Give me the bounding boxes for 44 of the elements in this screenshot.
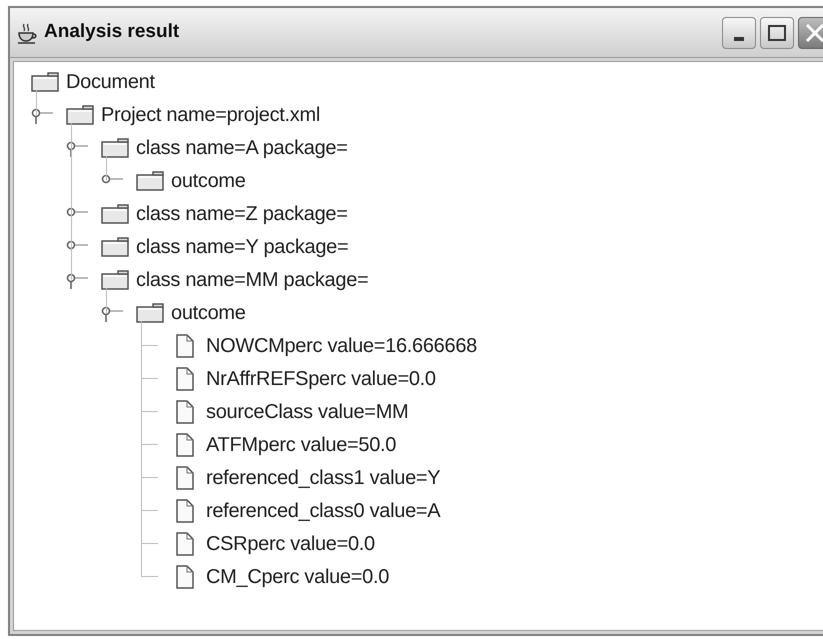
document-icon bbox=[176, 366, 194, 390]
document-icon bbox=[176, 498, 194, 522]
tree-node-label[interactable]: referenced_class1 value=Y bbox=[206, 462, 440, 492]
folder-icon bbox=[136, 170, 164, 190]
tree-node-label[interactable]: class name=Y package= bbox=[136, 232, 348, 262]
close-icon bbox=[805, 22, 823, 42]
tree-node-label[interactable]: class name=A package= bbox=[136, 132, 348, 162]
document-icon bbox=[176, 466, 194, 490]
document-icon bbox=[176, 400, 194, 424]
expanded-handle-icon[interactable] bbox=[66, 138, 88, 156]
folder-icon bbox=[31, 72, 59, 92]
folder-icon bbox=[101, 270, 129, 290]
tree-node-label[interactable]: CSRperc value=0.0 bbox=[206, 528, 375, 558]
tree-node-label[interactable]: outcome bbox=[171, 166, 246, 196]
folder-icon bbox=[101, 138, 129, 158]
tree-node-label[interactable]: referenced_class0 value=A bbox=[206, 496, 440, 526]
document-icon bbox=[176, 432, 194, 456]
minimize-button[interactable] bbox=[722, 16, 756, 48]
coffee-cup-icon bbox=[16, 22, 38, 44]
tree-node-label[interactable]: Document bbox=[66, 66, 155, 96]
tree-node-label[interactable]: outcome bbox=[171, 298, 246, 328]
maximize-button[interactable] bbox=[760, 16, 794, 48]
folder-icon bbox=[136, 302, 164, 322]
close-button[interactable] bbox=[798, 16, 823, 48]
document-icon bbox=[176, 532, 194, 556]
document-icon bbox=[176, 334, 194, 358]
document-icon bbox=[176, 564, 194, 588]
folder-icon bbox=[101, 204, 129, 224]
tree-node-label[interactable]: Project name=project.xml bbox=[101, 100, 320, 130]
folder-icon bbox=[101, 236, 129, 256]
expanded-handle-icon[interactable] bbox=[31, 106, 53, 124]
expanded-handle-icon[interactable] bbox=[101, 304, 123, 322]
tree-node-label[interactable]: class name=MM package= bbox=[136, 264, 368, 294]
tree-node-label[interactable]: class name=Z package= bbox=[136, 198, 348, 228]
tree-node-label[interactable]: ATFMperc value=50.0 bbox=[206, 430, 396, 460]
maximize-icon bbox=[768, 24, 786, 40]
tree-node-label[interactable]: CM_Cperc value=0.0 bbox=[206, 562, 390, 592]
tree-node-label[interactable]: sourceClass value=MM bbox=[206, 396, 408, 426]
folder-icon bbox=[66, 104, 94, 124]
minimize-icon bbox=[734, 36, 744, 40]
tree-node-label[interactable]: NOWCMperc value=16.666668 bbox=[206, 330, 477, 360]
expanded-handle-icon[interactable] bbox=[66, 270, 88, 288]
window-title: Analysis result bbox=[44, 20, 180, 44]
tree-node-label[interactable]: NrAffrREFSperc value=0.0 bbox=[206, 364, 436, 394]
